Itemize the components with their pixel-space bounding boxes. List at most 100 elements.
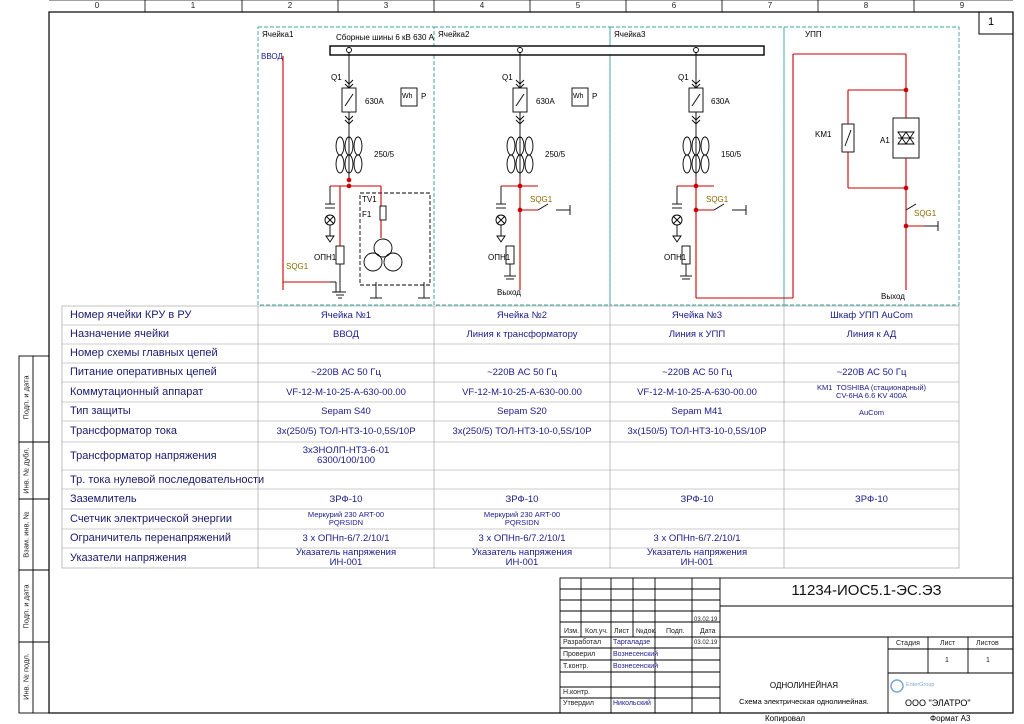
busbar-label: Сборные шины 6 кВ 630 А [336, 33, 435, 42]
cell: Sepam S20 [497, 406, 547, 417]
row-label-vt: Трансформатор напряжения [70, 450, 217, 462]
row-label-ct: Трансформатор тока [70, 425, 178, 437]
cell: Шкаф УПП AuCom [830, 310, 913, 321]
row-label-power: Питание оперативных цепей [70, 366, 217, 378]
f1-label: F1 [362, 210, 372, 219]
cell-outlines [257, 26, 960, 306]
stamp-role: Т.контр. [563, 663, 589, 670]
side-label-orig-inv: Инв. № подл. [21, 653, 31, 700]
document-code: 11234-ИОС5.1-ЭС.ЭЗ [791, 582, 942, 599]
stamp-date-1: 03.02.19 [694, 617, 718, 623]
stamp-col-list: Лист [614, 628, 630, 635]
row-label-earthing: Заземлитель [70, 493, 137, 505]
row-label-meter: Счетчик электрической энергии [70, 513, 233, 525]
sheets-value: 1 [986, 657, 990, 664]
ruler-col-9: 9 [959, 1, 965, 10]
cell: Указатель напряжения ИН-001 [471, 547, 573, 568]
stamp-col-date: Дата [700, 628, 716, 635]
ct-ratio-2: 250/5 [545, 150, 566, 159]
vvod-label: ВВОД [261, 52, 283, 61]
sheet-number-box [978, 11, 1014, 35]
sheet-value: 1 [945, 657, 949, 664]
cell: ~220В АС 50 Гц [836, 367, 907, 378]
output-label-1: Выход [497, 288, 521, 297]
row-label-arrester: Ограничитель перенапряжений [70, 532, 232, 544]
row-label-cell-number: Номер ячейки КРУ в РУ [70, 309, 192, 321]
q1-label-2: Q1 [502, 73, 513, 82]
cell: ~220В АС 50 Гц [487, 367, 557, 378]
opn1-label-2: ОПН1 [488, 253, 511, 262]
cell1-title: Ячейка1 [262, 30, 294, 39]
cell: 3х(150/5) ТОЛ-НТЗ-10-0,5S/10P [627, 426, 767, 437]
cell: 3х(250/5) ТОЛ-НТЗ-10-0,5S/10P [276, 426, 416, 437]
wh-meter-2: Wh [573, 93, 584, 100]
cell: Линия к УПП [668, 329, 726, 340]
cell: Указатель напряжения ИН-001 [646, 547, 748, 568]
cell: Линия к АД [846, 329, 897, 340]
cell: AuCom [858, 408, 884, 417]
p-label-1: P [421, 92, 427, 101]
stamp-name: Таргаладзе [613, 639, 651, 646]
side-label-dup-inv: Инв. № дубл. [21, 447, 31, 494]
a1-label: A1 [880, 136, 890, 145]
stamp-name: Вознесенский [613, 651, 659, 658]
ct-ratio-1: 250/5 [374, 150, 395, 159]
row-label-purpose: Назначение ячейки [70, 328, 170, 340]
cell: ВВОД [333, 329, 359, 340]
sheets-header: Листов [976, 640, 999, 647]
stamp-role: Н.контр. [563, 689, 590, 696]
upp-red-paths [792, 53, 924, 298]
cell: Sepam S40 [321, 406, 371, 417]
sheet-header: Лист [940, 640, 956, 647]
q1-label-1: Q1 [331, 73, 342, 82]
drawing-sheet [18, 0, 1014, 714]
ruler-col-1: 1 [190, 1, 196, 10]
ruler-col-2: 2 [287, 1, 293, 10]
stamp-name: Вознесенский [613, 663, 659, 670]
drawing-title-1: ОДНОЛИНЕЙНАЯ [769, 681, 839, 690]
ruler-col-0: 0 [94, 1, 100, 10]
format-label: Формат А3 [930, 714, 971, 723]
cell: Sepam M41 [671, 406, 723, 417]
sheet-number: 1 [988, 16, 995, 28]
stamp-role: Разработал [563, 639, 602, 646]
stamp-col-sign: Подп. [666, 628, 685, 635]
cell3-red-paths [677, 178, 793, 299]
km1-label: KM1 [815, 130, 832, 139]
cell: Меркурий 230 ART-00 PQRSIDN [307, 510, 385, 527]
stamp-name: Никольский [613, 700, 651, 707]
rating-label-2: 630A [536, 97, 555, 106]
stamp-col-kol: Кол.уч. [585, 628, 608, 635]
cell3-circuit [671, 47, 747, 280]
rating-label-3: 630A [711, 97, 730, 106]
output-label-2: Выход [881, 292, 905, 301]
cell3-title: Ячейка3 [614, 30, 646, 39]
ruler-col-7: 7 [767, 1, 773, 10]
cell: Указатель напряжения ИН-001 [295, 547, 397, 568]
stage-header: Стадия [896, 640, 920, 647]
cell2-circuit [495, 47, 589, 280]
stamp-role: Утвердил [563, 700, 594, 707]
sqg1-label-3: SQG1 [706, 195, 729, 204]
cell: ЗРФ-10 [855, 494, 888, 505]
row-label-indicators: Указатели напряжения [70, 552, 187, 564]
cell: Ячейка №3 [671, 310, 723, 321]
ruler-col-5: 5 [575, 1, 581, 10]
cell: 3 х ОПНп-6/7.2/10/1 [478, 533, 566, 544]
param-table-grid [61, 305, 960, 569]
opn1-label-3: ОПН1 [664, 253, 687, 262]
ruler-col-3: 3 [383, 1, 389, 10]
cell: 3 х ОПНп-6/7.2/10/1 [653, 533, 741, 544]
cell: ~220В АС 50 Гц [662, 367, 732, 378]
row-label-switchgear: Коммутационный аппарат [70, 386, 204, 398]
stamp-col-doc: №док. [636, 628, 657, 635]
cell: ЗРФ-10 [505, 494, 539, 505]
ruler-col-8: 8 [863, 1, 869, 10]
company-name: ООО "ЭЛАТРО" [905, 698, 971, 708]
q1-label-3: Q1 [678, 73, 689, 82]
opn1-label-1: ОПН1 [314, 253, 337, 262]
cell: 3 х ОПНп-6/7.2/10/1 [302, 533, 390, 544]
sqg1-label-1: SQG1 [286, 262, 309, 271]
ct-ratio-3: 150/5 [721, 150, 742, 159]
side-label-sign-date-2: Подп. и дата [21, 584, 31, 629]
